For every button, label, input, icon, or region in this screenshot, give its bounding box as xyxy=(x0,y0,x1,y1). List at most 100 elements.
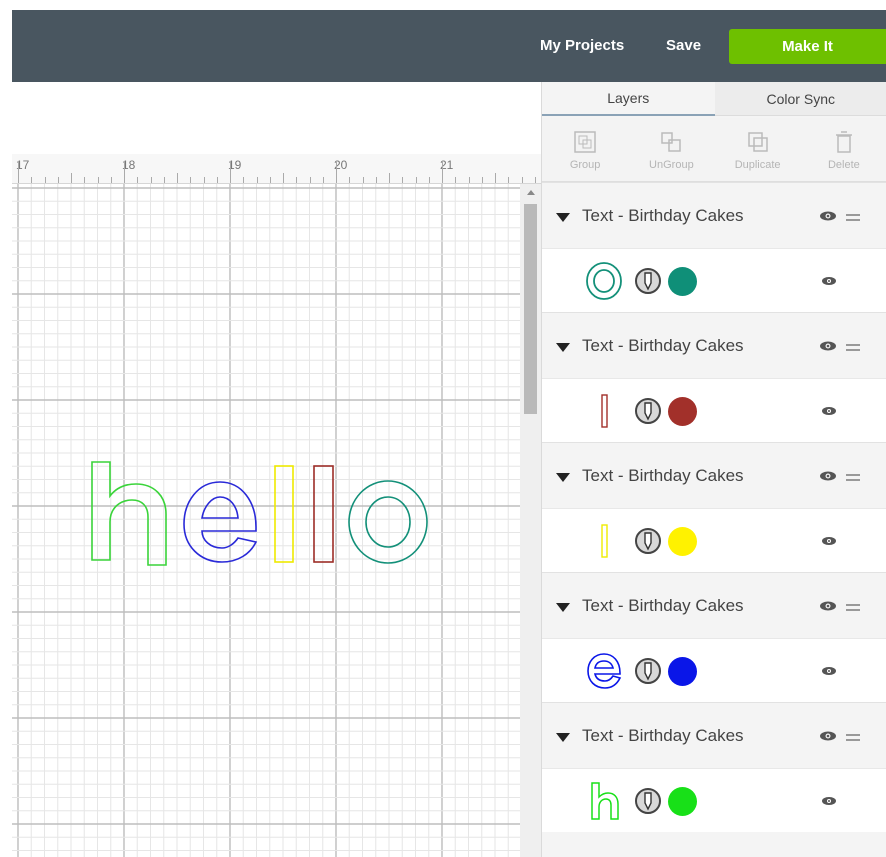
ruler-tick xyxy=(137,177,139,183)
visibility-eye-icon[interactable] xyxy=(821,534,837,548)
design-canvas[interactable]: 17 18 19 20 21 xyxy=(12,82,541,857)
layer-group-header[interactable]: Text - Birthday Cakes xyxy=(542,312,886,378)
ruler-tick xyxy=(31,177,33,183)
ruler-tick xyxy=(283,173,284,183)
ruler-tick xyxy=(322,177,324,183)
ruler-tick xyxy=(336,161,337,183)
layer-group-header[interactable]: Text - Birthday Cakes xyxy=(542,182,886,248)
letter-e[interactable] xyxy=(183,481,258,563)
visibility-eye-icon[interactable] xyxy=(819,208,837,224)
visibility-eye-icon[interactable] xyxy=(821,274,837,288)
horizontal-ruler: 17 18 19 20 21 xyxy=(12,154,541,184)
scroll-thumb[interactable] xyxy=(524,204,537,414)
ruler-tick xyxy=(243,177,245,183)
duplicate-label: Duplicate xyxy=(734,159,781,171)
layer-group-header[interactable]: Text - Birthday Cakes xyxy=(542,702,886,768)
pen-tool-icon[interactable] xyxy=(634,397,662,425)
ruler-tick xyxy=(57,177,59,183)
drag-handle-icon[interactable] xyxy=(846,344,860,351)
my-projects-link[interactable]: My Projects xyxy=(540,37,624,54)
visibility-eye-icon[interactable] xyxy=(821,664,837,678)
drag-handle-icon[interactable] xyxy=(846,474,860,481)
visibility-eye-icon[interactable] xyxy=(821,404,837,418)
pen-tool-icon[interactable] xyxy=(634,267,662,295)
visibility-eye-icon[interactable] xyxy=(819,468,837,484)
expand-triangle-icon[interactable] xyxy=(556,603,570,612)
layer-thumbnail xyxy=(601,394,608,428)
ruler-tick xyxy=(481,177,483,183)
ruler-tick xyxy=(309,177,311,183)
header-bar: My Projects Save Make It xyxy=(12,10,886,82)
ruler-tick xyxy=(230,161,231,183)
duplicate-button[interactable]: Duplicate xyxy=(715,118,801,182)
group-icon xyxy=(574,131,596,153)
make-it-button[interactable]: Make It xyxy=(729,29,886,64)
ruler-tick xyxy=(150,177,152,183)
layer-group-header[interactable]: Text - Birthday Cakes xyxy=(542,442,886,508)
tab-layers[interactable]: Layers xyxy=(542,82,715,116)
ruler-tick xyxy=(190,177,192,183)
pen-tool-icon[interactable] xyxy=(634,527,662,555)
delete-button[interactable]: Delete xyxy=(801,118,886,182)
letter-o[interactable] xyxy=(348,480,428,564)
layers-panel: Layers Color Sync Group UnGroup Duplicat… xyxy=(541,82,886,857)
group-button[interactable]: Group xyxy=(542,118,628,182)
ruler-tick xyxy=(402,177,404,183)
group-label: Group xyxy=(569,159,601,171)
letter-h[interactable] xyxy=(91,461,167,566)
tab-color-sync[interactable]: Color Sync xyxy=(714,82,886,116)
layer-color-swatch[interactable] xyxy=(668,787,697,816)
ruler-tick xyxy=(389,173,390,183)
letter-l-yellow[interactable] xyxy=(274,465,294,563)
ruler-tick xyxy=(44,177,46,183)
pen-tool-icon[interactable] xyxy=(634,657,662,685)
layer-item[interactable] xyxy=(542,638,886,702)
hello-text-design[interactable] xyxy=(12,184,520,857)
drag-handle-icon[interactable] xyxy=(846,214,860,221)
expand-triangle-icon[interactable] xyxy=(556,343,570,352)
layer-color-swatch[interactable] xyxy=(668,527,697,556)
duplicate-icon xyxy=(747,132,768,152)
expand-triangle-icon[interactable] xyxy=(556,213,570,222)
ruler-tick xyxy=(84,177,86,183)
ungroup-button[interactable]: UnGroup xyxy=(628,118,714,182)
drag-handle-icon[interactable] xyxy=(846,604,860,611)
drag-handle-icon[interactable] xyxy=(846,734,860,741)
ruler-tick xyxy=(375,177,377,183)
layer-item[interactable] xyxy=(542,248,886,312)
ruler-tick xyxy=(216,177,218,183)
layer-item[interactable] xyxy=(542,768,886,832)
visibility-eye-icon[interactable] xyxy=(819,728,837,744)
ruler-tick xyxy=(534,177,536,183)
ungroup-label: UnGroup xyxy=(649,159,694,171)
vertical-scrollbar[interactable] xyxy=(520,184,541,857)
layer-item[interactable] xyxy=(542,378,886,442)
ruler-tick xyxy=(428,177,430,183)
layer-toolbar: Group UnGroup Duplicate Delete xyxy=(542,118,886,182)
layer-group-name: Text - Birthday Cakes xyxy=(582,206,744,225)
ruler-tick xyxy=(124,161,125,183)
layer-item[interactable] xyxy=(542,508,886,572)
layer-color-swatch[interactable] xyxy=(668,397,697,426)
pen-tool-icon[interactable] xyxy=(634,787,662,815)
canvas-grid[interactable] xyxy=(12,184,520,857)
ruler-tick xyxy=(349,177,351,183)
ruler-tick xyxy=(203,177,205,183)
letter-l-red[interactable] xyxy=(313,465,334,563)
ruler-tick xyxy=(508,177,510,183)
expand-triangle-icon[interactable] xyxy=(556,733,570,742)
layer-color-swatch[interactable] xyxy=(668,657,697,686)
layers-list: Text - Birthday Cakes Text - Birthday Ca… xyxy=(542,182,886,832)
layer-group-header[interactable]: Text - Birthday Cakes xyxy=(542,572,886,638)
ruler-tick xyxy=(163,177,165,183)
save-button[interactable]: Save xyxy=(666,37,701,54)
visibility-eye-icon[interactable] xyxy=(821,794,837,808)
expand-triangle-icon[interactable] xyxy=(556,473,570,482)
layer-color-swatch[interactable] xyxy=(668,267,697,296)
visibility-eye-icon[interactable] xyxy=(819,598,837,614)
layer-group-name: Text - Birthday Cakes xyxy=(582,466,744,485)
layer-group-name: Text - Birthday Cakes xyxy=(582,336,744,355)
scroll-up-icon[interactable] xyxy=(527,190,535,195)
panel-tabs: Layers Color Sync xyxy=(542,82,886,116)
visibility-eye-icon[interactable] xyxy=(819,338,837,354)
